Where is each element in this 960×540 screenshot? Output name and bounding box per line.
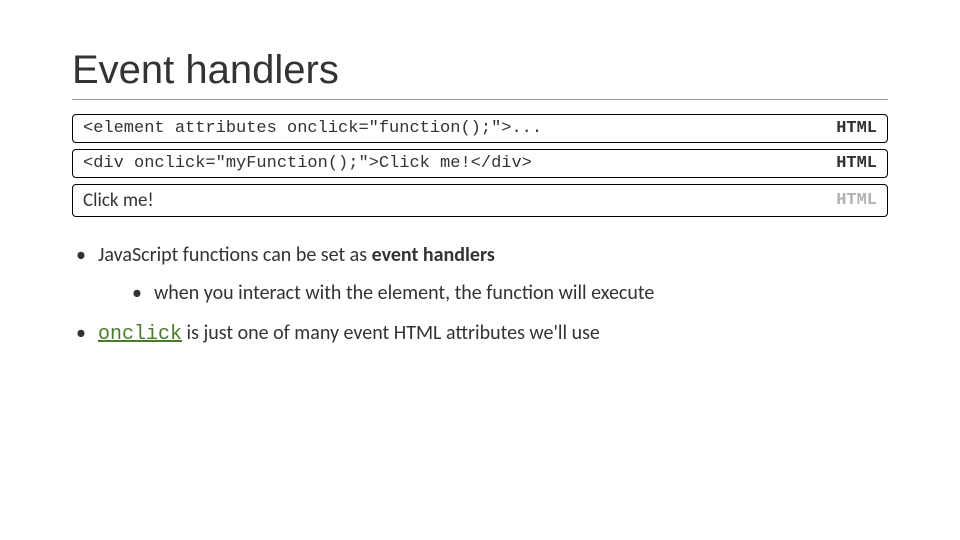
code-lang-tag: HTML bbox=[836, 154, 877, 173]
code-example: <div onclick="myFunction();">Click me!</… bbox=[83, 154, 532, 173]
bullet-list: JavaScript functions can be set as event… bbox=[72, 243, 888, 346]
demo-text: Click me! bbox=[83, 189, 154, 212]
slide-title: Event handlers bbox=[72, 48, 888, 100]
sub-bullet-1: when you interact with the element, the … bbox=[132, 281, 888, 305]
demo-lang-tag: HTML bbox=[836, 191, 877, 210]
slide: Event handlers <element attributes oncli… bbox=[0, 0, 960, 540]
code-lang-tag: HTML bbox=[836, 119, 877, 138]
bullet-1: JavaScript functions can be set as event… bbox=[76, 243, 888, 305]
code-syntax: <element attributes onclick="function();… bbox=[83, 119, 542, 138]
bullet-2: onclick is just one of many event HTML a… bbox=[76, 321, 888, 346]
bullet-2-code: onclick bbox=[98, 323, 182, 346]
bullet-2-rest: is just one of many event HTML attribute… bbox=[182, 321, 600, 345]
demo-box[interactable]: Click me! HTML bbox=[72, 184, 888, 217]
code-box-example: <div onclick="myFunction();">Click me!</… bbox=[72, 149, 888, 178]
code-box-syntax: <element attributes onclick="function();… bbox=[72, 114, 888, 143]
bullet-1-bold: event handlers bbox=[372, 243, 495, 267]
bullet-1-pre: JavaScript functions can be set as bbox=[98, 243, 372, 267]
sub-bullet-list: when you interact with the element, the … bbox=[98, 281, 888, 305]
